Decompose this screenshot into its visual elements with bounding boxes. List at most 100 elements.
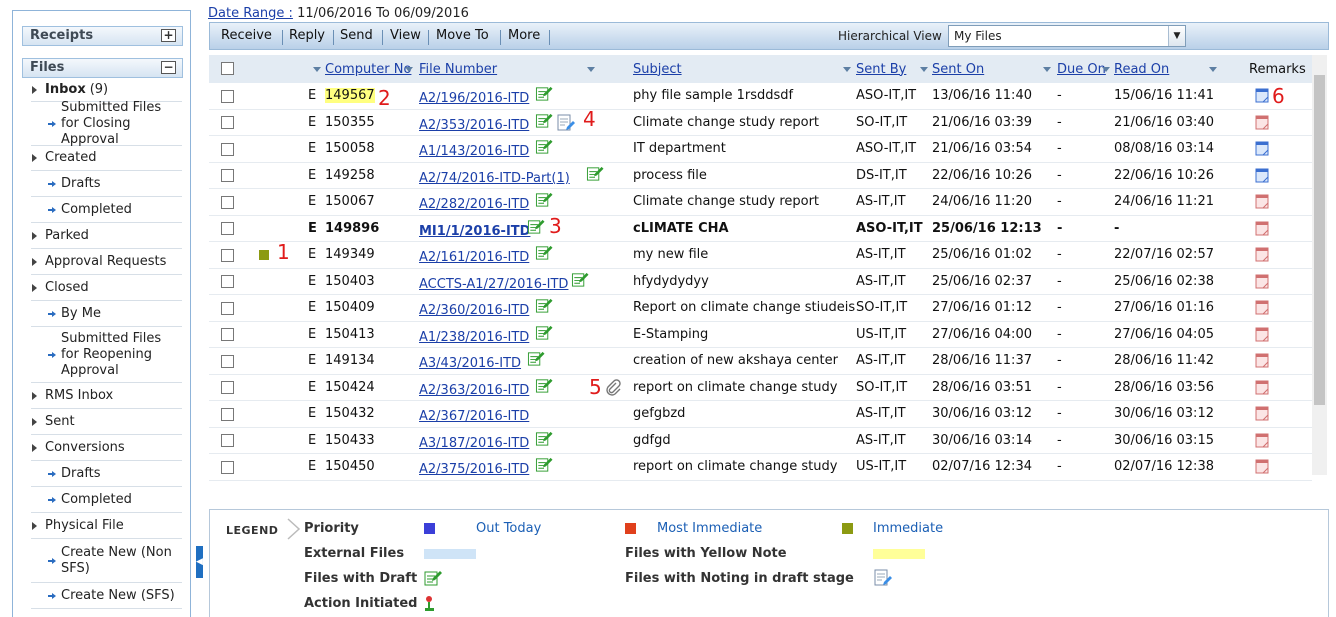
draft-icon[interactable] bbox=[527, 218, 545, 235]
file-number-link[interactable]: MI1/1/2016-ITD bbox=[419, 224, 530, 239]
remarks-icon[interactable] bbox=[1255, 300, 1269, 315]
sidebar-item-approval-requests[interactable]: Approval Requests bbox=[31, 249, 182, 275]
date-range-link[interactable]: Date Range : bbox=[208, 6, 293, 21]
table-row[interactable]: E 149567 A2/196/2016-ITD phy file sample 1r… bbox=[209, 83, 1312, 110]
file-number-link[interactable]: A2/363/2016-ITD bbox=[419, 383, 529, 398]
draft-icon[interactable] bbox=[535, 324, 553, 341]
sort-icon[interactable] bbox=[920, 67, 928, 72]
table-row[interactable]: E 150067 A2/282/2016-ITD Climate change stu… bbox=[209, 189, 1312, 216]
select-all-checkbox[interactable] bbox=[221, 62, 234, 75]
vertical-scrollbar[interactable] bbox=[1312, 55, 1327, 475]
row-checkbox[interactable] bbox=[221, 89, 234, 103]
remarks-icon[interactable] bbox=[1255, 194, 1269, 209]
sidebar-item-conversions[interactable]: Conversions bbox=[31, 435, 182, 461]
file-number-link[interactable]: A3/187/2016-ITD bbox=[419, 436, 529, 451]
reply-button[interactable]: Reply bbox=[289, 28, 325, 43]
row-checkbox[interactable] bbox=[221, 195, 234, 209]
sidebar-item-created[interactable]: Created bbox=[31, 146, 182, 171]
file-number-link[interactable]: ACCTS-A1/27/2016-ITD bbox=[419, 277, 568, 292]
remarks-icon[interactable] bbox=[1255, 380, 1269, 395]
files-panel-header[interactable]: Files − bbox=[22, 58, 183, 78]
row-checkbox[interactable] bbox=[221, 407, 234, 421]
sidebar-item-closed[interactable]: Closed bbox=[31, 275, 182, 301]
column-due-on[interactable]: Due On bbox=[1057, 55, 1106, 83]
collapse-icon[interactable]: − bbox=[161, 61, 176, 74]
sidebar-item-rms-inbox[interactable]: RMS Inbox bbox=[31, 383, 182, 409]
table-row[interactable]: E 150413 A1/238/2016-ITD E-Stamping US-IT,IT… bbox=[209, 322, 1312, 348]
remarks-icon[interactable] bbox=[1255, 141, 1269, 156]
row-checkbox[interactable] bbox=[221, 354, 234, 368]
column-read-on[interactable]: Read On bbox=[1114, 55, 1169, 83]
file-number-link[interactable]: A2/196/2016-ITD bbox=[419, 91, 529, 106]
row-checkbox[interactable] bbox=[221, 381, 234, 395]
table-row[interactable]: E 150409 A2/360/2016-ITD Report on climate … bbox=[209, 295, 1312, 322]
remarks-icon[interactable] bbox=[1255, 115, 1269, 130]
remarks-icon[interactable] bbox=[1255, 88, 1269, 103]
receive-button[interactable]: Receive bbox=[221, 28, 272, 43]
sidebar-item-submitted-files-for-closing-approval[interactable]: Submitted Files for Closing Approval bbox=[31, 100, 182, 147]
column-file-number[interactable]: File Number bbox=[419, 55, 497, 83]
remarks-icon[interactable] bbox=[1255, 221, 1269, 236]
file-number-link[interactable]: A2/375/2016-ITD bbox=[419, 462, 529, 477]
chevron-down-icon[interactable]: ▼ bbox=[1168, 26, 1185, 46]
table-row[interactable]: E 150432 A2/367/2016-ITD gefgbzd AS-IT,IT 30/… bbox=[209, 401, 1312, 428]
file-number-link[interactable]: A1/143/2016-ITD bbox=[419, 144, 529, 159]
table-row[interactable]: E 149896 MI1/1/2016-ITD cLIMATE CHA ASO-IT,I… bbox=[209, 216, 1312, 242]
table-row[interactable]: E 150450 A2/375/2016-ITD report on climate … bbox=[209, 454, 1312, 481]
remarks-icon[interactable] bbox=[1255, 274, 1269, 289]
remarks-icon[interactable] bbox=[1255, 247, 1269, 262]
remarks-icon[interactable] bbox=[1255, 327, 1269, 342]
sort-icon[interactable] bbox=[405, 67, 413, 72]
table-row[interactable]: E 150355 A2/353/2016-ITD Climate change stu… bbox=[209, 110, 1312, 136]
row-checkbox[interactable] bbox=[221, 301, 234, 315]
row-checkbox[interactable] bbox=[221, 169, 234, 183]
column-sent-on[interactable]: Sent On bbox=[932, 55, 984, 83]
sort-icon[interactable] bbox=[1102, 67, 1110, 72]
table-row[interactable]: E 150403 ACCTS-A1/27/2016-ITD hfydydydyy AS-… bbox=[209, 269, 1312, 295]
row-checkbox[interactable] bbox=[221, 275, 234, 289]
table-row[interactable]: E 149349 A2/161/2016-ITD my new file AS-IT,I… bbox=[209, 242, 1312, 269]
sidebar-item-parked[interactable]: Parked bbox=[31, 223, 182, 249]
sidebar-item-drafts[interactable]: Drafts bbox=[31, 461, 182, 487]
draft-icon[interactable] bbox=[535, 85, 553, 102]
column-sent-by[interactable]: Sent By bbox=[856, 55, 906, 83]
draft-icon[interactable] bbox=[535, 430, 553, 447]
file-number-link[interactable]: A1/238/2016-ITD bbox=[419, 330, 529, 345]
sidebar-item-completed[interactable]: Completed bbox=[31, 487, 182, 513]
remarks-icon[interactable] bbox=[1255, 406, 1269, 421]
sidebar-collapse-toggle[interactable]: ◀ bbox=[196, 546, 203, 578]
receipts-panel-header[interactable]: Receipts + bbox=[22, 26, 183, 46]
file-number-link[interactable]: A2/360/2016-ITD bbox=[419, 303, 529, 318]
row-checkbox[interactable] bbox=[221, 116, 234, 130]
table-row[interactable]: E 149258 A2/74/2016-ITD-Part(1) process fil… bbox=[209, 163, 1312, 189]
sidebar-item-by-me[interactable]: By Me bbox=[31, 301, 182, 327]
row-checkbox[interactable] bbox=[221, 460, 234, 474]
table-row[interactable]: E 150433 A3/187/2016-ITD gdfgd AS-IT,IT 30/06… bbox=[209, 428, 1312, 454]
draft-icon[interactable] bbox=[586, 165, 604, 182]
file-number-link[interactable]: A2/161/2016-ITD bbox=[419, 250, 529, 265]
sidebar-item-drafts[interactable]: Drafts bbox=[31, 171, 182, 197]
draft-icon[interactable] bbox=[535, 456, 553, 473]
draft-icon[interactable] bbox=[535, 297, 553, 314]
attachment-icon[interactable] bbox=[605, 378, 621, 397]
sidebar-item-completed[interactable]: Completed bbox=[31, 197, 182, 223]
sort-icon[interactable] bbox=[313, 67, 321, 72]
draft-icon[interactable] bbox=[535, 112, 553, 129]
draft-icon[interactable] bbox=[535, 377, 553, 394]
draft-icon[interactable] bbox=[535, 138, 553, 155]
sidebar-item-physical-file[interactable]: Physical File bbox=[31, 513, 182, 539]
expand-icon[interactable]: + bbox=[161, 29, 176, 42]
move-to-button[interactable]: Move To bbox=[436, 28, 489, 43]
column-computer-no[interactable]: Computer No bbox=[325, 55, 411, 83]
table-row[interactable]: E 150424 A2/363/2016-ITD report on climate … bbox=[209, 375, 1312, 401]
sort-icon[interactable] bbox=[1043, 67, 1051, 72]
more-button[interactable]: More bbox=[508, 28, 540, 43]
table-row[interactable]: E 149134 A3/43/2016-ITD creation of new aks… bbox=[209, 348, 1312, 375]
remarks-icon[interactable] bbox=[1255, 353, 1269, 368]
scrollbar-thumb[interactable] bbox=[1314, 75, 1325, 405]
table-row[interactable]: E 150058 A1/143/2016-ITD IT department ASO-I… bbox=[209, 136, 1312, 163]
row-checkbox[interactable] bbox=[221, 328, 234, 342]
noting-draft-icon[interactable] bbox=[557, 114, 575, 132]
remarks-icon[interactable] bbox=[1255, 168, 1269, 183]
hierarchical-view-select[interactable]: My Files ▼ bbox=[948, 25, 1186, 47]
